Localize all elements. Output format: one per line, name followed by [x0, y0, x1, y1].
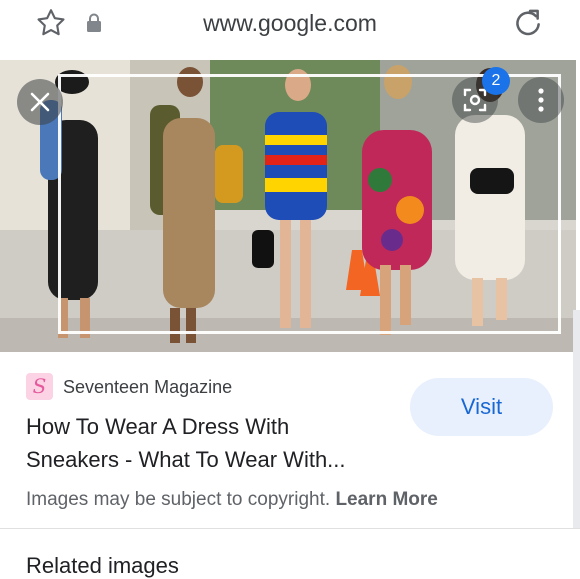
- divider: [0, 528, 580, 529]
- visit-button[interactable]: Visit: [410, 378, 553, 436]
- scrollbar[interactable]: [573, 310, 580, 528]
- close-icon: [30, 92, 50, 112]
- copyright-notice: Images may be subject to copyright. Lear…: [26, 489, 438, 511]
- close-button[interactable]: [17, 79, 63, 125]
- learn-more-link[interactable]: Learn More: [335, 489, 437, 510]
- source-name[interactable]: Seventeen Magazine: [63, 377, 232, 398]
- reload-icon[interactable]: [511, 6, 545, 40]
- lens-count-badge: 2: [482, 67, 510, 95]
- copyright-text: Images may be subject to copyright.: [26, 489, 331, 510]
- more-options-button[interactable]: [518, 77, 564, 123]
- source-logo: S: [26, 373, 53, 400]
- url-text[interactable]: www.google.com: [0, 10, 580, 37]
- more-vertical-icon: [538, 88, 544, 112]
- related-images-heading: Related images: [26, 553, 179, 578]
- url-bar: www.google.com: [0, 0, 580, 50]
- result-title[interactable]: How To Wear A Dress With Sneakers - What…: [26, 410, 386, 476]
